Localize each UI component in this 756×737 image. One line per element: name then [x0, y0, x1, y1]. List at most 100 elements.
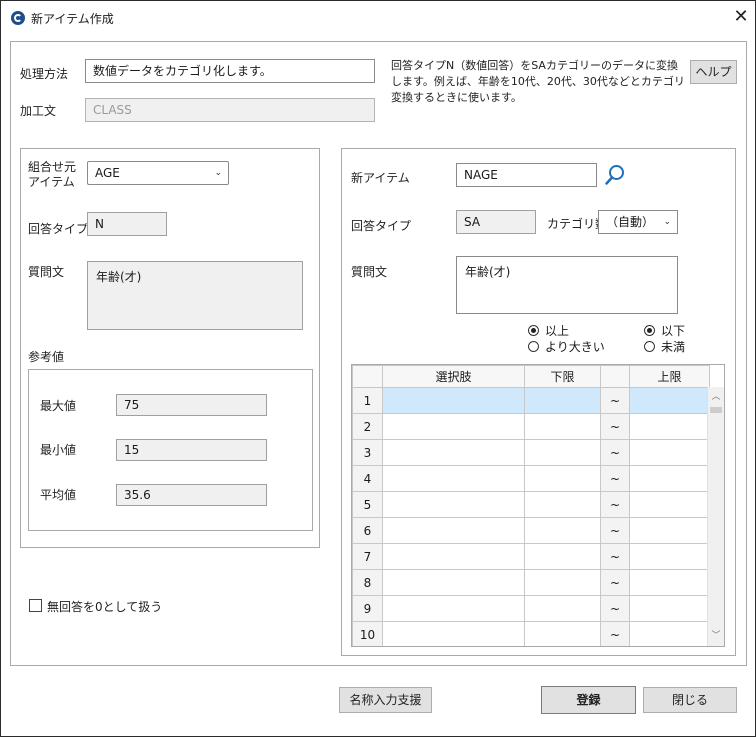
grid-cell-upper[interactable] [629, 439, 710, 466]
category-grid: 選択肢 下限 上限 1 ~2 ~3 ~4 ~5 ~6 ~7 ~8 ~9 ~10 ~ ︿ ﹀ [351, 364, 725, 647]
avg-value-label: 平均値 [40, 488, 77, 502]
window-title: 新アイテム作成 [31, 12, 114, 26]
new-item-dialog: 新アイテム作成 ✕ 処理方法 数値データをカテゴリ化します。 加工文 CLASS… [0, 0, 756, 737]
help-button[interactable]: ヘルプ [690, 60, 737, 84]
grid-header-sep [600, 365, 630, 388]
chevron-down-icon: ⌄ [214, 168, 222, 178]
grid-header-rownum [352, 365, 383, 388]
max-value-label: 最大値 [40, 399, 77, 413]
grid-cell-lower[interactable] [524, 491, 601, 518]
close-icon[interactable]: ✕ [729, 5, 753, 29]
chevron-up-icon[interactable]: ︿ [708, 389, 724, 405]
radio-upper-exclusive-label: 未満 [661, 340, 686, 354]
grid-row-number: 7 [352, 543, 383, 570]
grid-cell-upper[interactable] [629, 621, 710, 646]
grid-row-number: 10 [352, 621, 383, 646]
grid-row-number: 8 [352, 569, 383, 596]
radio-upper-exclusive[interactable]: 未満 [644, 338, 685, 355]
chevron-down-icon[interactable]: ﹀ [708, 628, 724, 644]
max-value-field: 75 [116, 394, 267, 416]
grid-cell-tilde: ~ [600, 465, 630, 492]
table-row[interactable]: 2 ~ [352, 413, 710, 440]
grid-cell-choice[interactable] [382, 543, 525, 570]
grid-cell-lower[interactable] [524, 543, 601, 570]
grid-row-number: 2 [352, 413, 383, 440]
new-answer-type-label: 回答タイプ [351, 219, 412, 233]
answer-type-field: N [87, 212, 167, 236]
grid-cell-upper[interactable] [629, 465, 710, 492]
grid-cell-choice[interactable] [382, 465, 525, 492]
table-row[interactable]: 4 ~ [352, 465, 710, 492]
source-item-select[interactable]: AGE ⌄ [87, 161, 229, 185]
grid-cell-upper[interactable] [629, 413, 710, 440]
grid-cell-choice[interactable] [382, 387, 525, 414]
grid-cell-choice[interactable] [382, 439, 525, 466]
grid-cell-lower[interactable] [524, 517, 601, 544]
grid-cell-tilde: ~ [600, 543, 630, 570]
table-row[interactable]: 10 ~ [352, 621, 710, 646]
scrollbar-thumb[interactable] [710, 407, 722, 413]
name-assist-button[interactable]: 名称入力支援 [339, 687, 432, 713]
grid-cell-choice[interactable] [382, 413, 525, 440]
grid-cell-lower[interactable] [524, 439, 601, 466]
grid-scrollbar[interactable]: ︿ ﹀ [707, 387, 724, 646]
no-answer-label: 無回答を0として扱う [47, 600, 163, 614]
new-answer-type-field: SA [456, 210, 536, 234]
grid-cell-tilde: ~ [600, 621, 630, 646]
processing-method-label: 処理方法 [20, 67, 69, 81]
processing-method-field[interactable]: 数値データをカテゴリ化します。 [85, 59, 375, 83]
description-text: 回答タイプN（数値回答）をSAカテゴリーのデータに変換します。例えば、年齢を10… [391, 59, 685, 104]
table-row[interactable]: 3 ~ [352, 439, 710, 466]
new-question-field[interactable]: 年齢(才) [456, 256, 678, 314]
grid-cell-lower[interactable] [524, 465, 601, 492]
question-label: 質問文 [28, 265, 65, 279]
grid-row-number: 6 [352, 517, 383, 544]
app-icon [11, 11, 25, 25]
grid-cell-upper[interactable] [629, 595, 710, 622]
grid-cell-choice[interactable] [382, 491, 525, 518]
radio-lower-inclusive-label: 以上 [545, 324, 570, 338]
grid-cell-upper[interactable] [629, 543, 710, 570]
grid-cell-upper[interactable] [629, 569, 710, 596]
table-row[interactable]: 8 ~ [352, 569, 710, 596]
grid-cell-choice[interactable] [382, 517, 525, 544]
grid-cell-choice[interactable] [382, 569, 525, 596]
chevron-down-icon: ⌄ [663, 217, 671, 227]
category-count-select[interactable]: （自動） ⌄ [598, 210, 678, 234]
grid-row-number: 5 [352, 491, 383, 518]
radio-lower-exclusive[interactable]: より大きい [528, 338, 605, 355]
min-value-field: 15 [116, 439, 267, 461]
new-item-label: 新アイテム [351, 171, 410, 185]
grid-cell-lower[interactable] [524, 569, 601, 596]
radio-lower-inclusive[interactable]: 以上 [528, 322, 569, 339]
category-count-value: （自動） [606, 215, 655, 229]
grid-cell-upper[interactable] [629, 517, 710, 544]
grid-cell-tilde: ~ [600, 491, 630, 518]
table-row[interactable]: 9 ~ [352, 595, 710, 622]
grid-cell-lower[interactable] [524, 621, 601, 646]
table-row[interactable]: 5 ~ [352, 491, 710, 518]
grid-header-upper: 上限 [629, 365, 710, 388]
radio-lower-inclusive-dot [528, 325, 539, 336]
close-button[interactable]: 閉じる [643, 687, 737, 713]
grid-cell-lower[interactable] [524, 387, 601, 414]
table-row[interactable]: 7 ~ [352, 543, 710, 570]
grid-row-number: 9 [352, 595, 383, 622]
grid-cell-lower[interactable] [524, 413, 601, 440]
grid-cell-upper[interactable] [629, 387, 710, 414]
grid-cell-upper[interactable] [629, 491, 710, 518]
table-row[interactable]: 6 ~ [352, 517, 710, 544]
processed-text-field[interactable]: CLASS [85, 98, 375, 122]
radio-upper-inclusive[interactable]: 以下 [644, 322, 685, 339]
new-item-field[interactable]: NAGE [456, 163, 597, 187]
grid-cell-choice[interactable] [382, 595, 525, 622]
grid-cell-tilde: ~ [600, 517, 630, 544]
table-row[interactable]: 1 ~ [352, 387, 710, 414]
no-answer-checkbox[interactable] [29, 599, 42, 612]
grid-cell-lower[interactable] [524, 595, 601, 622]
search-icon[interactable] [603, 163, 627, 187]
grid-row-number: 4 [352, 465, 383, 492]
grid-cell-tilde: ~ [600, 569, 630, 596]
register-button[interactable]: 登録 [541, 686, 636, 714]
grid-cell-choice[interactable] [382, 621, 525, 646]
